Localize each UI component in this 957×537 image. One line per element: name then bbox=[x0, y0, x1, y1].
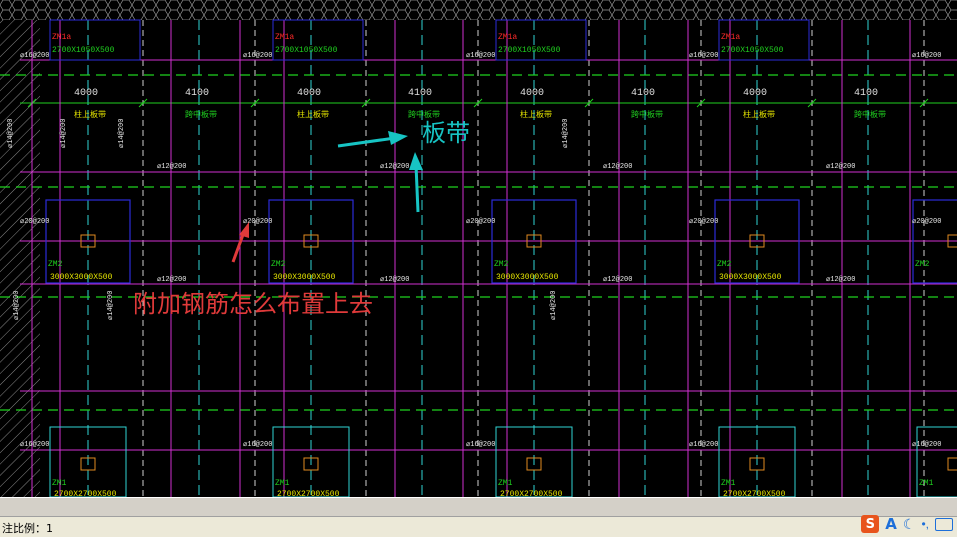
hatch-band-top bbox=[0, 0, 957, 20]
rebar-label-span-lower: ⌀12@200 bbox=[603, 276, 632, 284]
punctuation-icon[interactable]: •, bbox=[921, 517, 929, 531]
cap-name-top: ZM1a bbox=[52, 33, 71, 42]
cap-name-top: ZM1a bbox=[498, 33, 517, 42]
cap-name-mid: ZM2 bbox=[271, 260, 286, 269]
cap-name-bottom: ZM1 bbox=[275, 479, 290, 488]
dimension-value: 4100 bbox=[185, 88, 209, 99]
question-arrow bbox=[231, 231, 246, 263]
rebar-label-span-upper: ⌀12@200 bbox=[380, 163, 409, 171]
cap-name-mid: ZM2 bbox=[915, 260, 930, 269]
cap-size-bottom: 2700X2700X500 bbox=[54, 490, 117, 497]
hatch-wall-left bbox=[0, 20, 40, 497]
rebar-label-mid: ⌀20@200 bbox=[20, 218, 49, 226]
cad-drawing: ZM1a 2700X1050X500 ZM1a 2700X1050X500 ZM1a 27… bbox=[0, 0, 957, 497]
strip-label: 柱上板带 bbox=[520, 109, 552, 120]
annotation-arrowhead-right bbox=[388, 131, 408, 145]
annotation-arrowhead-up bbox=[409, 152, 423, 170]
rebar-label-bottom: ⌀16@200 bbox=[243, 441, 272, 449]
annotation-scale-label: 注比例：1 bbox=[2, 522, 53, 535]
cad-canvas[interactable]: ZM1a 2700X1050X500 ZM1a 2700X1050X500 ZM1a 27… bbox=[0, 0, 957, 497]
column-marker-bottom bbox=[947, 457, 957, 471]
rebar-label-vertical: ⌀14@200 bbox=[107, 291, 115, 320]
dimension-value: 4000 bbox=[520, 88, 544, 99]
annotation-arrow-up bbox=[414, 164, 420, 213]
cap-name-bottom: ZM1 bbox=[721, 479, 736, 488]
cap-size-mid: 3000X3000X500 bbox=[273, 273, 336, 282]
cap-size-top: 2700X1050X500 bbox=[721, 46, 784, 55]
cap-size-mid: 3000X3000X500 bbox=[496, 273, 559, 282]
rebar-label-span-lower: ⌀12@200 bbox=[380, 276, 409, 284]
strip-label: 跨中板带 bbox=[854, 109, 886, 120]
rebar-label-vertical: ⌀14@200 bbox=[7, 119, 15, 148]
grid-lines bbox=[0, 20, 957, 497]
rebar-label-span-lower: ⌀12@200 bbox=[826, 276, 855, 284]
dimension-value: 4000 bbox=[743, 88, 767, 99]
strip-label: 柱上板带 bbox=[297, 109, 329, 120]
cap-size-bottom: 2700X2700X500 bbox=[277, 490, 340, 497]
status-bar: 注比例：1 S A ☾ •, bbox=[0, 497, 957, 537]
rebar-label-span-upper: ⌀12@200 bbox=[826, 163, 855, 171]
cap-name-mid: ZM2 bbox=[48, 260, 63, 269]
dimension-value: 4000 bbox=[297, 88, 321, 99]
rebar-label-vertical: ⌀14@200 bbox=[13, 291, 21, 320]
rebar-label-top: ⌀16@200 bbox=[243, 52, 272, 60]
cap-name-mid: ZM2 bbox=[494, 260, 509, 269]
rebar-label-bottom: ⌀16@200 bbox=[912, 441, 941, 449]
cap-size-top: 2700X1050X500 bbox=[498, 46, 561, 55]
rebar-label-vertical: ⌀14@200 bbox=[60, 119, 68, 148]
strip-label: 柱上板带 bbox=[74, 109, 106, 120]
annotation-question-text: 附加钢筋怎么布置上去 bbox=[133, 290, 373, 318]
rebar-label-top: ⌀16@200 bbox=[689, 52, 718, 60]
rebar-label-top: ⌀16@200 bbox=[20, 52, 49, 60]
annotation-board-strip-text: 板带 bbox=[422, 119, 470, 147]
cap-name-bottom: ZM1 bbox=[919, 479, 934, 488]
rebar-label-top: ⌀16@200 bbox=[912, 52, 941, 60]
cap-size-bottom: 2700X2700X500 bbox=[723, 490, 786, 497]
half-moon-icon[interactable]: ☾ bbox=[903, 516, 916, 533]
cap-name-mid: ZM2 bbox=[717, 260, 732, 269]
cap-size-mid: 3000X3000X500 bbox=[50, 273, 113, 282]
language-mode-icon[interactable]: A bbox=[885, 515, 897, 533]
rebar-label-top: ⌀16@200 bbox=[466, 52, 495, 60]
strip-label: 跨中板带 bbox=[631, 109, 663, 120]
rebar-label-span-lower: ⌀12@200 bbox=[157, 276, 186, 284]
rebar-label-vertical: ⌀14@200 bbox=[562, 119, 570, 148]
dimension-value: 4000 bbox=[74, 88, 98, 99]
cap-name-bottom: ZM1 bbox=[498, 479, 513, 488]
strip-label: 跨中板带 bbox=[185, 109, 217, 120]
rebar-label-span-upper: ⌀12@200 bbox=[603, 163, 632, 171]
rebar-label-vertical: ⌀14@200 bbox=[118, 119, 126, 148]
rebar-label-mid: ⌀20@200 bbox=[466, 218, 495, 226]
keyboard-icon[interactable] bbox=[935, 517, 953, 531]
cap-size-top: 2700X1050X500 bbox=[52, 46, 115, 55]
question-annotation: 附加钢筋怎么布置上去 bbox=[133, 222, 373, 318]
cap-size-top: 2700X1050X500 bbox=[275, 46, 338, 55]
cap-name-top: ZM1a bbox=[721, 33, 740, 42]
dimension-value: 4100 bbox=[854, 88, 878, 99]
rebar-label-mid: ⌀20@200 bbox=[689, 218, 718, 226]
cap-name-top: ZM1a bbox=[275, 33, 294, 42]
cap-size-bottom: 2700X2700X500 bbox=[500, 490, 563, 497]
rebar-label-bottom: ⌀16@200 bbox=[20, 441, 49, 449]
ime-toolbar[interactable]: S A ☾ •, bbox=[861, 514, 953, 534]
rebar-label-bottom: ⌀16@200 bbox=[689, 441, 718, 449]
rebar-label-mid: ⌀20@200 bbox=[912, 218, 941, 226]
dimension-value: 4100 bbox=[631, 88, 655, 99]
sogou-logo-icon[interactable]: S bbox=[861, 515, 880, 533]
strip-label: 柱上板带 bbox=[743, 109, 775, 120]
rebar-label-vertical: ⌀14@200 bbox=[550, 291, 558, 320]
status-bar-inner bbox=[0, 516, 957, 537]
column-caps bbox=[45, 19, 957, 497]
rebar-label-bottom: ⌀16@200 bbox=[466, 441, 495, 449]
rebar-label-span-upper: ⌀12@200 bbox=[157, 163, 186, 171]
dimension-value: 4100 bbox=[408, 88, 432, 99]
cap-name-bottom: ZM1 bbox=[52, 479, 67, 488]
cap-size-mid: 3000X3000X500 bbox=[719, 273, 782, 282]
